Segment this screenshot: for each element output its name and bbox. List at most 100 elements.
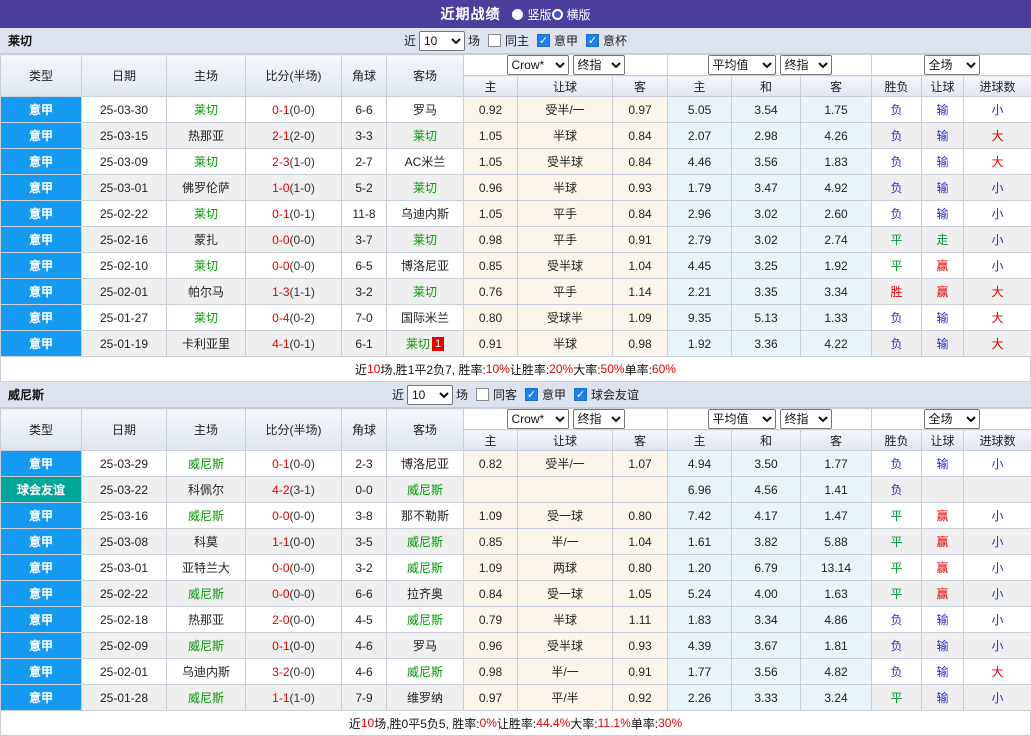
date-cell: 25-02-10 — [82, 253, 167, 279]
table-row: 球会友谊25-03-22科佩尔4-2(3-1)0-0威尼斯6.964.561.4… — [1, 477, 1031, 503]
odds-select-group: Crow*终指 — [464, 409, 668, 430]
euro-home-odds: 4.94 — [668, 451, 732, 477]
result-goals: 小 — [964, 175, 1031, 201]
result-wdl: 平 — [872, 253, 922, 279]
summary-segment: 大率: — [570, 715, 597, 732]
handicap-away-odds: 0.80 — [613, 503, 668, 529]
score-cell: 2-1(2-0) — [246, 123, 342, 149]
euro-stage-select[interactable]: 终指 — [780, 409, 832, 429]
summary-segment: 20% — [549, 362, 573, 376]
result-goals: 小 — [964, 201, 1031, 227]
home-team-cell: 蒙扎 — [167, 227, 246, 253]
euro-away-odds: 4.92 — [801, 175, 872, 201]
match-count-select[interactable]: 10 — [407, 385, 453, 405]
match-count-select[interactable]: 10 — [419, 31, 465, 51]
fulltime-score: 4-1 — [272, 337, 289, 351]
corner-cell: 3-7 — [342, 227, 387, 253]
away-team-name: 莱切 — [413, 285, 437, 299]
euro-home-odds: 6.96 — [668, 477, 732, 503]
handicap-away-odds: 1.04 — [613, 253, 668, 279]
result-wdl: 胜 — [872, 279, 922, 305]
home-team-name: 科莫 — [194, 535, 218, 549]
filter-checkbox-icon[interactable]: ✓ — [574, 388, 587, 401]
score-cell: 2-3(1-0) — [246, 149, 342, 175]
handicap-line: 半球 — [518, 331, 613, 357]
home-team-cell: 科莫 — [167, 529, 246, 555]
home-team-cell: 莱切 — [167, 97, 246, 123]
filter-checkbox-icon[interactable] — [476, 388, 489, 401]
layout-radio-horizontal[interactable]: 横版 — [552, 6, 591, 23]
odds-stage-select[interactable]: 终指 — [573, 409, 625, 429]
handicap-away-odds: 1.11 — [613, 607, 668, 633]
euro-draw-odds: 3.82 — [732, 529, 801, 555]
corner-cell: 0-0 — [342, 477, 387, 503]
handicap-home-odds: 0.98 — [464, 659, 518, 685]
handicap-line: 平手 — [518, 227, 613, 253]
scope-select[interactable]: 全场 — [924, 55, 980, 75]
handicap-home-odds: 0.98 — [464, 227, 518, 253]
away-team-name: 国际米兰 — [401, 311, 449, 325]
odds-source-select[interactable]: Crow* — [507, 55, 569, 75]
odds-source-select[interactable]: Crow* — [507, 409, 569, 429]
halftime-score: (1-0) — [290, 155, 315, 169]
result-goals — [964, 477, 1031, 503]
table-row: 意甲25-02-16蒙扎0-0(0-0)3-7莱切0.98平手0.912.793… — [1, 227, 1031, 253]
layout-radio-vertical[interactable]: 竖版 — [512, 6, 551, 23]
filter-checkbox-icon[interactable]: ✓ — [525, 388, 538, 401]
euro-draw-odds: 3.33 — [732, 685, 801, 711]
home-team-name: 科佩尔 — [188, 483, 224, 497]
filter-prefix: 近 — [392, 386, 404, 403]
home-team-name: 帕尔马 — [188, 285, 224, 299]
result-wdl: 负 — [872, 175, 922, 201]
column-header: 类型 — [1, 409, 82, 451]
euro-stage-select[interactable]: 终指 — [780, 55, 832, 75]
sub-column-header: 让球 — [922, 430, 964, 451]
euro-home-odds: 5.24 — [668, 581, 732, 607]
home-team-name: 威尼斯 — [188, 639, 224, 653]
odds-stage-select[interactable]: 终指 — [573, 55, 625, 75]
match-type-badge: 意甲 — [1, 123, 82, 149]
filter-checkbox-icon[interactable] — [488, 34, 501, 47]
euro-away-odds: 4.22 — [801, 331, 872, 357]
fulltime-score: 0-1 — [272, 639, 289, 653]
sub-column-header: 进球数 — [964, 76, 1031, 97]
scope-select[interactable]: 全场 — [924, 409, 980, 429]
handicap-home-odds: 0.85 — [464, 529, 518, 555]
euro-home-odds: 2.26 — [668, 685, 732, 711]
home-team-cell: 乌迪内斯 — [167, 659, 246, 685]
fulltime-score: 0-0 — [272, 259, 289, 273]
euro-away-odds: 1.63 — [801, 581, 872, 607]
team-name: 威尼斯 — [8, 386, 44, 403]
sub-column-header: 主 — [668, 76, 732, 97]
euro-source-select[interactable]: 平均值 — [708, 55, 776, 75]
away-team-name: 威尼斯 — [407, 561, 443, 575]
result-handicap: 输 — [922, 451, 964, 477]
handicap-line: 受球半 — [518, 305, 613, 331]
result-handicap: 输 — [922, 305, 964, 331]
filter-checkbox-icon[interactable]: ✓ — [586, 34, 599, 47]
result-wdl: 负 — [872, 477, 922, 503]
table-row: 意甲25-03-09莱切2-3(1-0)2-7AC米兰1.05受半球0.844.… — [1, 149, 1031, 175]
score-cell: 1-1(1-0) — [246, 685, 342, 711]
handicap-line: 半/一 — [518, 529, 613, 555]
score-cell: 0-0(0-0) — [246, 555, 342, 581]
away-team-cell: 莱切 — [387, 175, 464, 201]
matches-table: 类型日期主场比分(半场)角球客场Crow*终指平均值终指全场主让球客主和客胜负让… — [0, 54, 1031, 357]
match-type-badge: 意甲 — [1, 659, 82, 685]
away-team-name: 乌迪内斯 — [401, 207, 449, 221]
result-goals: 小 — [964, 503, 1031, 529]
result-goals: 大 — [964, 123, 1031, 149]
score-cell: 1-3(1-1) — [246, 279, 342, 305]
handicap-away-odds: 0.93 — [613, 633, 668, 659]
table-row: 意甲25-01-19卡利亚里4-1(0-1)6-1莱切10.91半球0.981.… — [1, 331, 1031, 357]
home-team-name: 威尼斯 — [188, 691, 224, 705]
handicap-home-odds: 0.84 — [464, 581, 518, 607]
result-wdl: 平 — [872, 685, 922, 711]
euro-source-select[interactable]: 平均值 — [708, 409, 776, 429]
column-header: 角球 — [342, 55, 387, 97]
filter-checkbox-icon[interactable]: ✓ — [537, 34, 550, 47]
table-row: 意甲25-01-27莱切0-4(0-2)7-0国际米兰0.80受球半1.099.… — [1, 305, 1031, 331]
halftime-score: (1-0) — [290, 691, 315, 705]
euro-draw-odds: 3.02 — [732, 227, 801, 253]
home-team-cell: 热那亚 — [167, 123, 246, 149]
